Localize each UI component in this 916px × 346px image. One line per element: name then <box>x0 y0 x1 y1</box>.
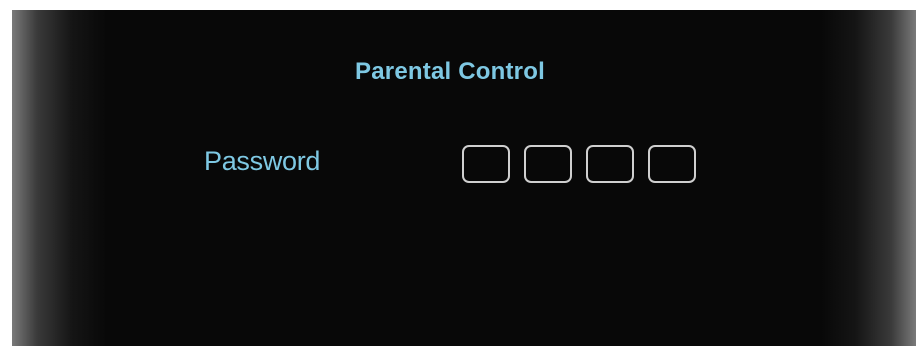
pin-digit-4[interactable] <box>648 145 696 183</box>
password-label: Password <box>204 146 321 176</box>
pin-digit-1[interactable] <box>462 145 510 183</box>
pin-input-group <box>462 145 696 183</box>
dialog-title: Parental Control <box>355 58 545 85</box>
parental-control-dialog: Parental Control Password <box>12 10 916 346</box>
pin-digit-2[interactable] <box>524 145 572 183</box>
pin-digit-3[interactable] <box>586 145 634 183</box>
